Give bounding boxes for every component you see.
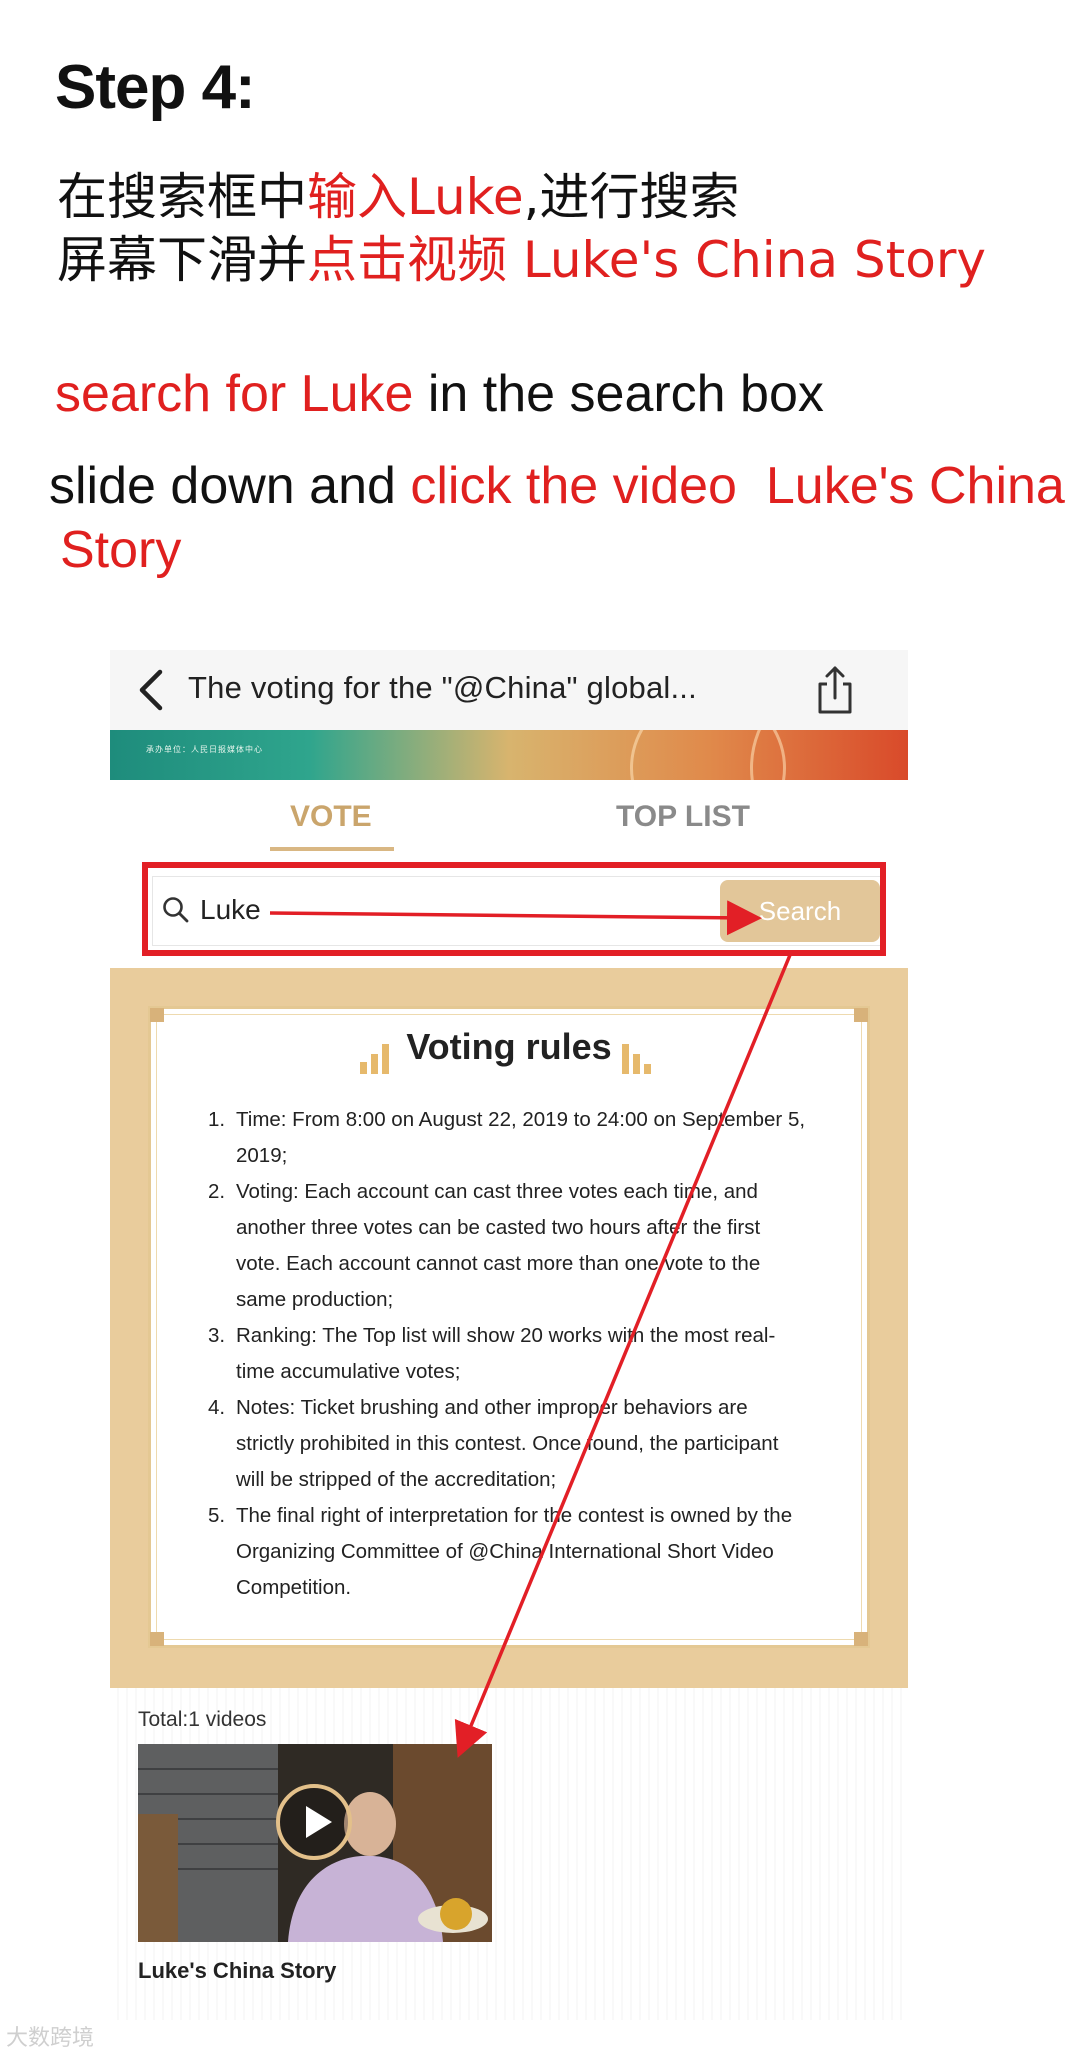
instruction-en-line-3: Story [60, 518, 181, 582]
rule-text: Notes: Ticket brushing and other imprope… [236, 1396, 779, 1491]
rule-text: Ranking: The Top list will show 20 works… [236, 1324, 776, 1383]
tab-active-indicator [270, 847, 394, 851]
banner-caption: 承办单位：人民日报媒体中心 [146, 745, 263, 754]
banner-image: 承办单位：人民日报媒体中心 [110, 730, 908, 780]
instruction-text: 屏幕下滑并 [57, 231, 307, 289]
bars-icon [622, 1044, 651, 1074]
video-title[interactable]: Luke's China Story [138, 1958, 336, 1984]
rule-item: 5. The final right of interpretation for … [208, 1498, 808, 1606]
rules-list: 1. Time: From 8:00 on August 22, 2019 to … [208, 1102, 808, 1606]
rule-text: Time: From 8:00 on August 22, 2019 to 24… [236, 1108, 806, 1167]
rule-item: 2. Voting: Each account can cast three vo… [208, 1174, 808, 1318]
card-corner-ornament [150, 1008, 164, 1022]
rule-number: 2. [208, 1180, 226, 1203]
share-icon[interactable] [810, 660, 860, 720]
tab-top-list[interactable]: TOP LIST [616, 800, 750, 834]
rule-item: 3. Ranking: The Top list will show 20 wor… [208, 1318, 808, 1390]
instruction-highlight: Story [60, 521, 182, 579]
rule-text: The final right of interpretation for th… [236, 1504, 793, 1599]
card-corner-ornament [854, 1008, 868, 1022]
watermark: 大数跨境 [6, 2026, 95, 2051]
instruction-text: ,进行搜索 [523, 168, 740, 226]
video-thumbnail[interactable] [138, 1744, 492, 1942]
instruction-highlight: 点击视频 Luke's China Story [307, 231, 986, 289]
instruction-text: in the search box [413, 365, 824, 423]
instruction-cn-line-1: 在搜索框中输入Luke,进行搜索 [57, 165, 740, 229]
instruction-highlight: 输入Luke [307, 168, 524, 226]
rule-number: 1. [208, 1108, 226, 1131]
step-title: Step 4: [55, 53, 256, 122]
chevron-left-icon[interactable] [132, 666, 172, 714]
instruction-highlight: click the video Luke's China [410, 457, 1065, 515]
instruction-cn-line-2: 屏幕下滑并点击视频 Luke's China Story [57, 228, 986, 292]
rule-number: 4. [208, 1396, 226, 1419]
rule-item: 4. Notes: Ticket brushing and other impro… [208, 1390, 808, 1498]
rule-item: 1. Time: From 8:00 on August 22, 2019 to … [208, 1102, 808, 1174]
tab-vote[interactable]: VOTE [290, 800, 372, 834]
video-thumbnail-image [138, 1744, 492, 1942]
instruction-en-line-1: search for Luke in the search box [55, 362, 824, 426]
card-corner-ornament [150, 1632, 164, 1646]
rule-text: Voting: Each account can cast three vote… [236, 1180, 761, 1311]
instruction-text: slide down and [49, 457, 411, 515]
instruction-en-line-2: slide down and click the video Luke's Ch… [49, 454, 1065, 518]
rule-number: 5. [208, 1504, 226, 1527]
banner-ornament [750, 730, 908, 780]
results-count: Total:1 videos [138, 1708, 267, 1731]
page-header: The voting for the "@China" global... [110, 650, 908, 730]
instruction-highlight: search for Luke [55, 365, 414, 423]
rules-title: Voting rules [406, 1026, 612, 1067]
rule-number: 3. [208, 1324, 226, 1347]
card-corner-ornament [854, 1632, 868, 1646]
phone-screenshot: The voting for the "@China" global... 承办… [110, 650, 908, 2020]
instruction-text: 在搜索框中 [57, 168, 307, 226]
page-title: The voting for the "@China" global... [188, 670, 697, 705]
annotation-highlight-box [142, 862, 886, 956]
